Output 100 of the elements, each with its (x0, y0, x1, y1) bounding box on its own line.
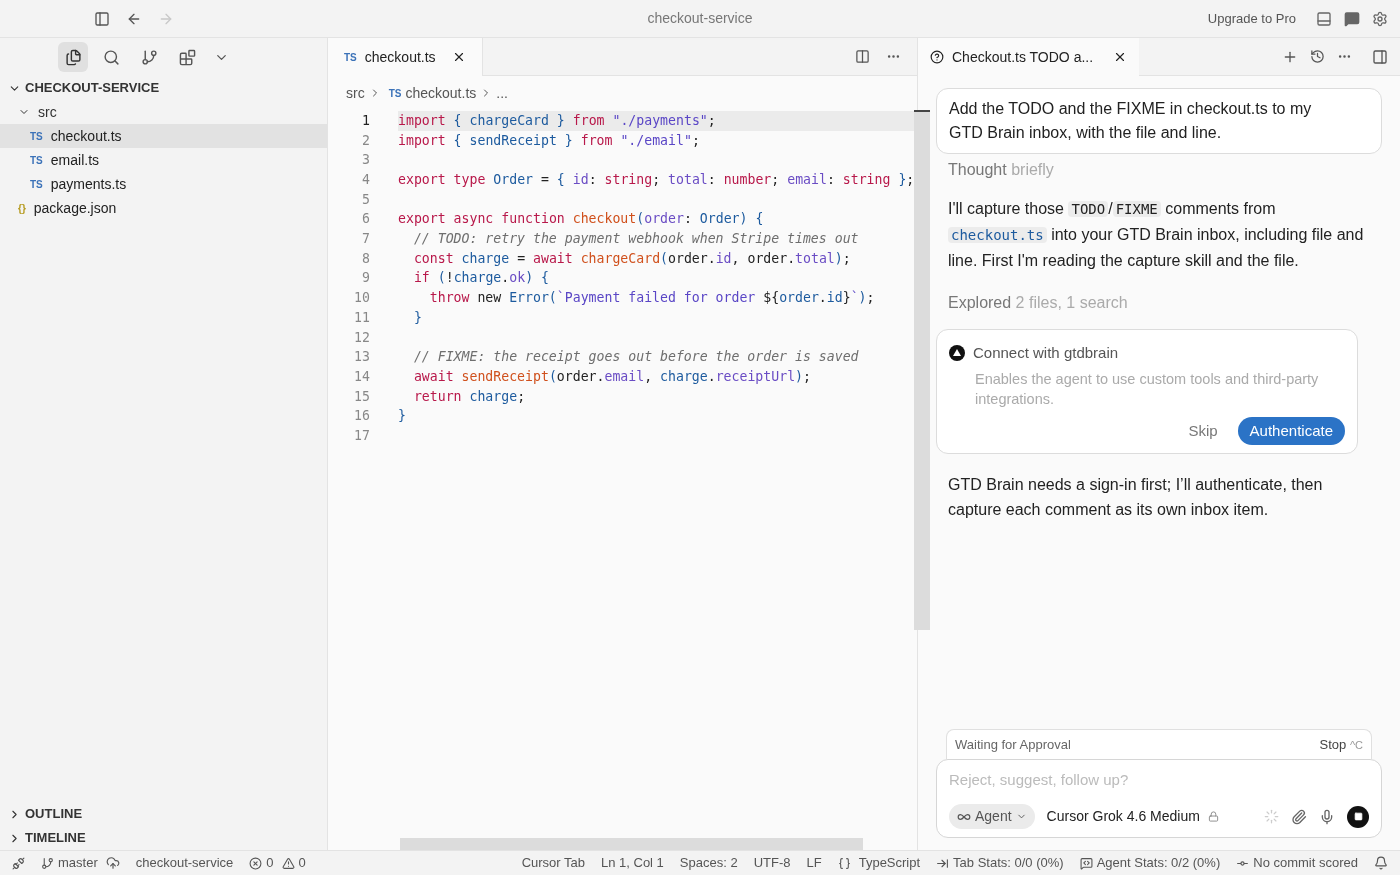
authenticate-button[interactable]: Authenticate (1237, 416, 1345, 445)
folder-row[interactable]: src (0, 100, 327, 124)
cloud-icon[interactable] (105, 856, 120, 870)
branch-item[interactable]: master (41, 853, 98, 873)
message-field[interactable]: Reject, suggest, follow up? Agent Cursor Grok 4.6 Medium (936, 759, 1382, 838)
code-line: await sendReceipt(order.email, charge.receiptUrl); (412, 367, 811, 386)
question-icon (930, 50, 944, 64)
line-number: 16 (353, 407, 371, 426)
breadcrumb-item[interactable]: src (346, 82, 365, 104)
upgrade-button[interactable]: Upgrade to Pro (1207, 8, 1296, 29)
chat-tab[interactable]: Checkout.ts TODO a... (918, 38, 1140, 76)
code-line: const charge = await chargeCard(order.id, order.total); (412, 249, 851, 268)
section-header[interactable]: TIMELINE (0, 826, 327, 850)
stop-button[interactable]: Stop ^C (1319, 734, 1363, 755)
line-number: 12 (353, 328, 371, 347)
approval-status: Waiting for Approval (955, 735, 1071, 754)
line-number: 17 (353, 426, 371, 445)
line-number: 1 (361, 111, 371, 130)
project-header[interactable]: CHECKOUT-SERVICE (0, 76, 327, 100)
code-line: return charge; (412, 387, 526, 406)
error-icon (249, 856, 263, 870)
line-number: 8 (361, 249, 371, 268)
agent-stats-item[interactable]: Agent Stats: 0/2 (0%) (1079, 853, 1221, 873)
window-title: checkout-service (647, 9, 753, 28)
braces-icon (837, 856, 851, 870)
history-icon[interactable] (1310, 49, 1325, 64)
code-line: import { sendReceipt } from "./email"; (398, 131, 700, 150)
assistant-message: GTD Brain needs a sign-in first; I’ll authenticate, then capture each comment as its own inbox item. (947, 475, 1324, 520)
code-line: export type Order = { id: string; total: number; email: string }; (398, 171, 915, 189)
panel-icon[interactable] (1316, 10, 1332, 27)
auth-description: Enables the agent to use custom tools and third-party integrations. (974, 369, 1320, 409)
code-line: // FIXME: the receipt goes out before the order is saved (412, 348, 859, 367)
spinner-icon (1264, 809, 1279, 824)
problems-item[interactable]: 0 0 (249, 853, 306, 873)
code-line: // TODO: retry the payment webhook when Stripe times out (412, 230, 859, 249)
file-row[interactable]: TS payments.ts (0, 172, 327, 196)
stop-generation-button[interactable] (1347, 805, 1369, 828)
settings-icon[interactable] (1372, 10, 1388, 27)
tab-arrow-icon (936, 856, 950, 870)
lock-icon (1207, 811, 1219, 822)
code-line: throw new Error(`Payment failed for order ${order.id}`); (428, 289, 875, 308)
breadcrumb-item[interactable]: TS checkout.ts (388, 82, 477, 104)
activity-tab[interactable] (58, 42, 88, 72)
skip-button[interactable]: Skip (1180, 419, 1226, 442)
search-icon (102, 48, 120, 66)
language-item[interactable]: TypeScript (837, 853, 921, 873)
status-item[interactable]: Cursor Tab (521, 853, 585, 873)
status-item[interactable]: Ln 1, Col 1 (600, 853, 664, 873)
status-item[interactable]: UTF-8 (753, 853, 791, 873)
section-header[interactable]: OUTLINE (0, 802, 327, 826)
remote-icon[interactable] (12, 856, 25, 870)
line-number: 13 (353, 348, 371, 367)
line-number: 11 (353, 308, 371, 327)
attach-icon[interactable] (1291, 808, 1307, 825)
workspace-item[interactable]: checkout-service (135, 853, 234, 873)
triangle-logo-icon (949, 345, 965, 362)
file-row[interactable]: TS checkout.ts (0, 124, 327, 148)
files-icon (64, 48, 82, 66)
line-number: 15 (353, 387, 371, 406)
editor-tab[interactable]: TS checkout.ts (328, 38, 483, 76)
tab-stats-item[interactable]: Tab Stats: 0/0 (0%) (936, 853, 1064, 873)
microphone-icon[interactable] (1319, 808, 1335, 825)
breadcrumb-item[interactable]: ... (496, 82, 508, 104)
code-line: export async function checkout(order: Order) { (398, 210, 764, 229)
line-number: 3 (361, 151, 371, 170)
code-line: } (398, 407, 406, 426)
scrollbar[interactable] (914, 110, 931, 630)
file-row[interactable]: TS email.ts (0, 148, 327, 172)
code-line: } (412, 308, 422, 327)
line-number: 5 (361, 190, 371, 209)
horizontal-scrollbar[interactable] (400, 838, 863, 850)
extensions-icon (178, 48, 196, 66)
commit-item[interactable]: No commit scored (1236, 853, 1358, 873)
split-editor-icon[interactable] (855, 49, 870, 64)
status-line: Explored 2 files, 1 search (947, 293, 1129, 313)
line-number: 10 (353, 289, 371, 308)
line-number: 2 (361, 131, 371, 150)
status-item[interactable]: LF (806, 853, 822, 873)
chat-icon[interactable] (1344, 10, 1360, 27)
notifications-icon[interactable] (1374, 856, 1388, 870)
line-number: 6 (361, 210, 371, 229)
line-number: 9 (361, 269, 371, 288)
assistant-message: I'll capture those TODO / FIXME comments from checkout.ts into your GTD Brain inbox, including file and line. First I'm reading the capture skill and the file. (947, 199, 1365, 271)
sidebar-toggle-icon[interactable] (94, 10, 110, 27)
user-message: Add the TODO and the FIXME in checkout.ts to my GTD Brain inbox, with the file and line. (936, 88, 1382, 154)
warning-icon (281, 856, 295, 870)
chat-icon (1079, 856, 1093, 870)
code-line: import { chargeCard } from "./payments"; (398, 111, 716, 130)
file-row[interactable]: {} package.json (0, 196, 327, 220)
line-number: 4 (361, 171, 371, 189)
model-selector[interactable]: Cursor Grok 4.6 Medium (1046, 806, 1219, 827)
panel-toggle-icon[interactable] (1372, 48, 1388, 65)
mode-dropdown[interactable]: Agent (949, 804, 1035, 829)
code-line: if (!charge.ok) { (412, 269, 549, 288)
branch-icon (140, 48, 158, 66)
status-line: Thought briefly (947, 160, 1055, 180)
branch-icon (41, 856, 54, 870)
status-item[interactable]: Spaces: 2 (679, 853, 738, 873)
line-number: 14 (353, 367, 371, 386)
line-number: 7 (361, 230, 371, 249)
